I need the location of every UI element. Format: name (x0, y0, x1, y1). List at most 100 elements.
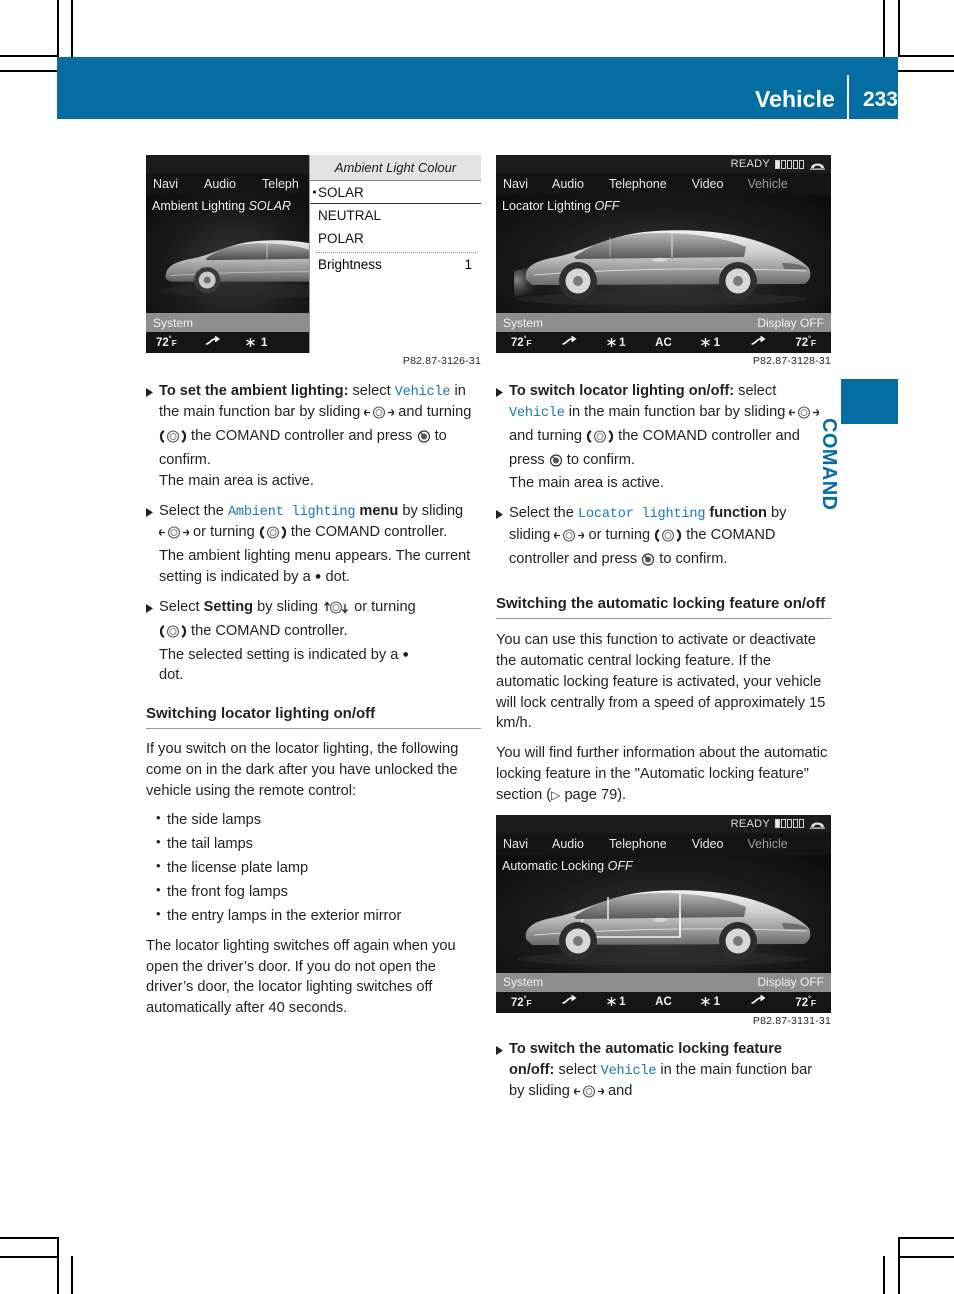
paragraph: The locator lighting switches off again … (146, 937, 456, 1017)
fan-speed-left: 1 (607, 996, 626, 1008)
comand-screenshot-locator-lighting: READY Navi Audio Telephone Video Vehicle… (496, 155, 831, 353)
step-arrow-icon (146, 597, 159, 686)
section-heading-locator-lighting: Switching locator lighting on/off (146, 704, 481, 729)
system-label[interactable]: System (503, 316, 543, 330)
display-off-label[interactable]: Display OFF (757, 316, 824, 330)
list-item: the front fog lamps (156, 881, 481, 903)
page-header-bar: Vehicle 233 (57, 57, 898, 119)
climate-temp-left: 72°F (156, 336, 177, 349)
turn-knob-icon (654, 528, 682, 549)
page-header-inner: Vehicle 233 (755, 57, 898, 119)
comand-main-function-bar: Navi Audio Telephone Video Vehicle (496, 832, 831, 855)
menu-item-telephone[interactable]: Teleph (262, 177, 299, 191)
page-ref-icon: ▷ (551, 787, 561, 802)
phone-icon (810, 819, 825, 830)
crop-mark-br-v2 (883, 1256, 885, 1294)
ambient-lighting-label-text: Ambient Lighting (152, 199, 249, 213)
submenu-brightness-row[interactable]: Brightness 1 (310, 253, 481, 276)
setting-dot-icon: ● (314, 570, 322, 583)
menu-item-video[interactable]: Video (692, 837, 724, 851)
system-label[interactable]: System (153, 316, 193, 330)
crop-mark-tr-v (883, 0, 885, 57)
submenu-title: Ambient Light Colour (310, 155, 481, 181)
turn-knob-icon (586, 429, 614, 450)
list-item: the entry lamps in the exterior mirror (156, 905, 481, 927)
step-text: Select the Ambient lighting menu by slid… (158, 502, 471, 586)
code-vehicle: Vehicle (600, 1063, 657, 1079)
submenu-option-neutral[interactable]: NEUTRAL (310, 204, 481, 227)
crop-mark-tl-v2 (71, 0, 73, 57)
step-arrow-icon (496, 1039, 509, 1105)
step-text: To switch locator lighting on/off: selec… (509, 381, 831, 494)
slide-horizontal-icon (573, 1084, 605, 1105)
menu-item-navi[interactable]: Navi (503, 177, 528, 191)
status-ready-label: READY (730, 158, 770, 170)
automatic-locking-label-text: Automatic Locking (502, 858, 608, 873)
crop-mark-br-v (898, 1237, 900, 1294)
left-column: Navi Audio Teleph Ambient Lighting SOLAR (146, 155, 481, 1028)
comand-main-area: Ambient Lighting SOLAR (146, 195, 309, 313)
menu-item-telephone[interactable]: Telephone (609, 837, 667, 851)
vehicle-illustration (517, 890, 811, 965)
instruction-step: To switch the automatic locking feature … (496, 1039, 831, 1105)
automatic-locking-label-value: OFF (607, 858, 633, 873)
step-text: Select the Locator lighting function by … (509, 503, 831, 572)
locator-lighting-label-value: OFF (594, 199, 620, 213)
menu-item-audio[interactable]: Audio (204, 177, 236, 191)
submenu-option-solar[interactable]: SOLAR (310, 181, 481, 204)
menu-item-vehicle[interactable]: Vehicle (747, 837, 787, 851)
ambient-lighting-label-value: SOLAR (248, 199, 291, 213)
step-arrow-icon (496, 381, 509, 494)
step-text: Select Setting by sliding or turning the… (159, 598, 416, 684)
slide-horizontal-icon (788, 405, 821, 426)
fan-speed-left: 1 (607, 337, 626, 349)
slide-horizontal-icon (553, 528, 586, 549)
submenu-option-label: NEUTRAL (318, 208, 382, 223)
figure-caption-1: P82.87-3126-31 (402, 355, 481, 367)
submenu-option-polar[interactable]: POLAR (310, 227, 481, 250)
instruction-step: Select the Locator lighting function by … (496, 503, 831, 572)
ambient-light-colour-submenu: Ambient Light Colour SOLAR NEUTRAL POLAR… (309, 155, 481, 353)
airflow-icon-left (561, 995, 577, 1009)
figure-caption-3: P82.87-3131-31 (752, 1014, 831, 1027)
crop-mark-tl-v (57, 0, 59, 57)
comand-system-bar: System Display OFF (496, 972, 831, 992)
paragraph: You can use this function to activate or… (496, 631, 826, 732)
ambient-lighting-label: Ambient Lighting SOLAR (152, 199, 291, 213)
crop-mark-bl-v2 (71, 1256, 73, 1294)
comand-status-bar: READY (496, 155, 831, 173)
climate-temp-right: 72°F (795, 995, 817, 1009)
comand-screenshot-automatic-locking: READY Navi Audio Telephone Video Vehicle… (496, 814, 831, 1013)
menu-item-telephone[interactable]: Telephone (609, 177, 667, 191)
crop-mark-tr-v2 (898, 0, 900, 57)
menu-item-audio[interactable]: Audio (552, 837, 584, 851)
brightness-label: Brightness (318, 257, 382, 272)
menu-item-vehicle[interactable]: Vehicle (747, 177, 787, 191)
climate-temp-left: 72°F (510, 995, 532, 1009)
list-item: the tail lamps (156, 833, 481, 855)
brightness-value: 1 (464, 257, 472, 272)
menu-item-navi[interactable]: Navi (153, 177, 178, 191)
comand-climate-bar: 72°F 1 (146, 332, 309, 353)
comand-climate-bar: 72°F 1 AC 1 72°F (496, 332, 831, 353)
turn-knob-icon (159, 624, 187, 645)
menu-item-video[interactable]: Video (692, 177, 724, 191)
display-off-label[interactable]: Display OFF (757, 975, 824, 989)
system-label[interactable]: System (503, 975, 543, 989)
crop-mark-bl-h2 (0, 1237, 57, 1239)
locator-lighting-label: Locator Lighting OFF (502, 199, 619, 213)
step-result: The main area is active. (159, 473, 314, 490)
step-arrow-icon (146, 381, 159, 492)
paragraph-with-reference: You will find further information about … (496, 745, 828, 803)
press-knob-icon (549, 453, 563, 474)
signal-blocks-icon (775, 819, 804, 829)
right-column: READY Navi Audio Telephone Video Vehicle… (496, 155, 831, 1114)
vehicle-illustration (514, 230, 811, 305)
code-locator-lighting: Locator lighting (577, 507, 706, 523)
list-item: the license plate lamp (156, 857, 481, 879)
menu-item-navi[interactable]: Navi (503, 837, 528, 851)
airflow-icon (205, 335, 220, 350)
paragraph: If you switch on the locator lighting, t… (146, 740, 459, 799)
submenu-option-label: SOLAR (318, 184, 364, 200)
menu-item-audio[interactable]: Audio (552, 177, 584, 191)
